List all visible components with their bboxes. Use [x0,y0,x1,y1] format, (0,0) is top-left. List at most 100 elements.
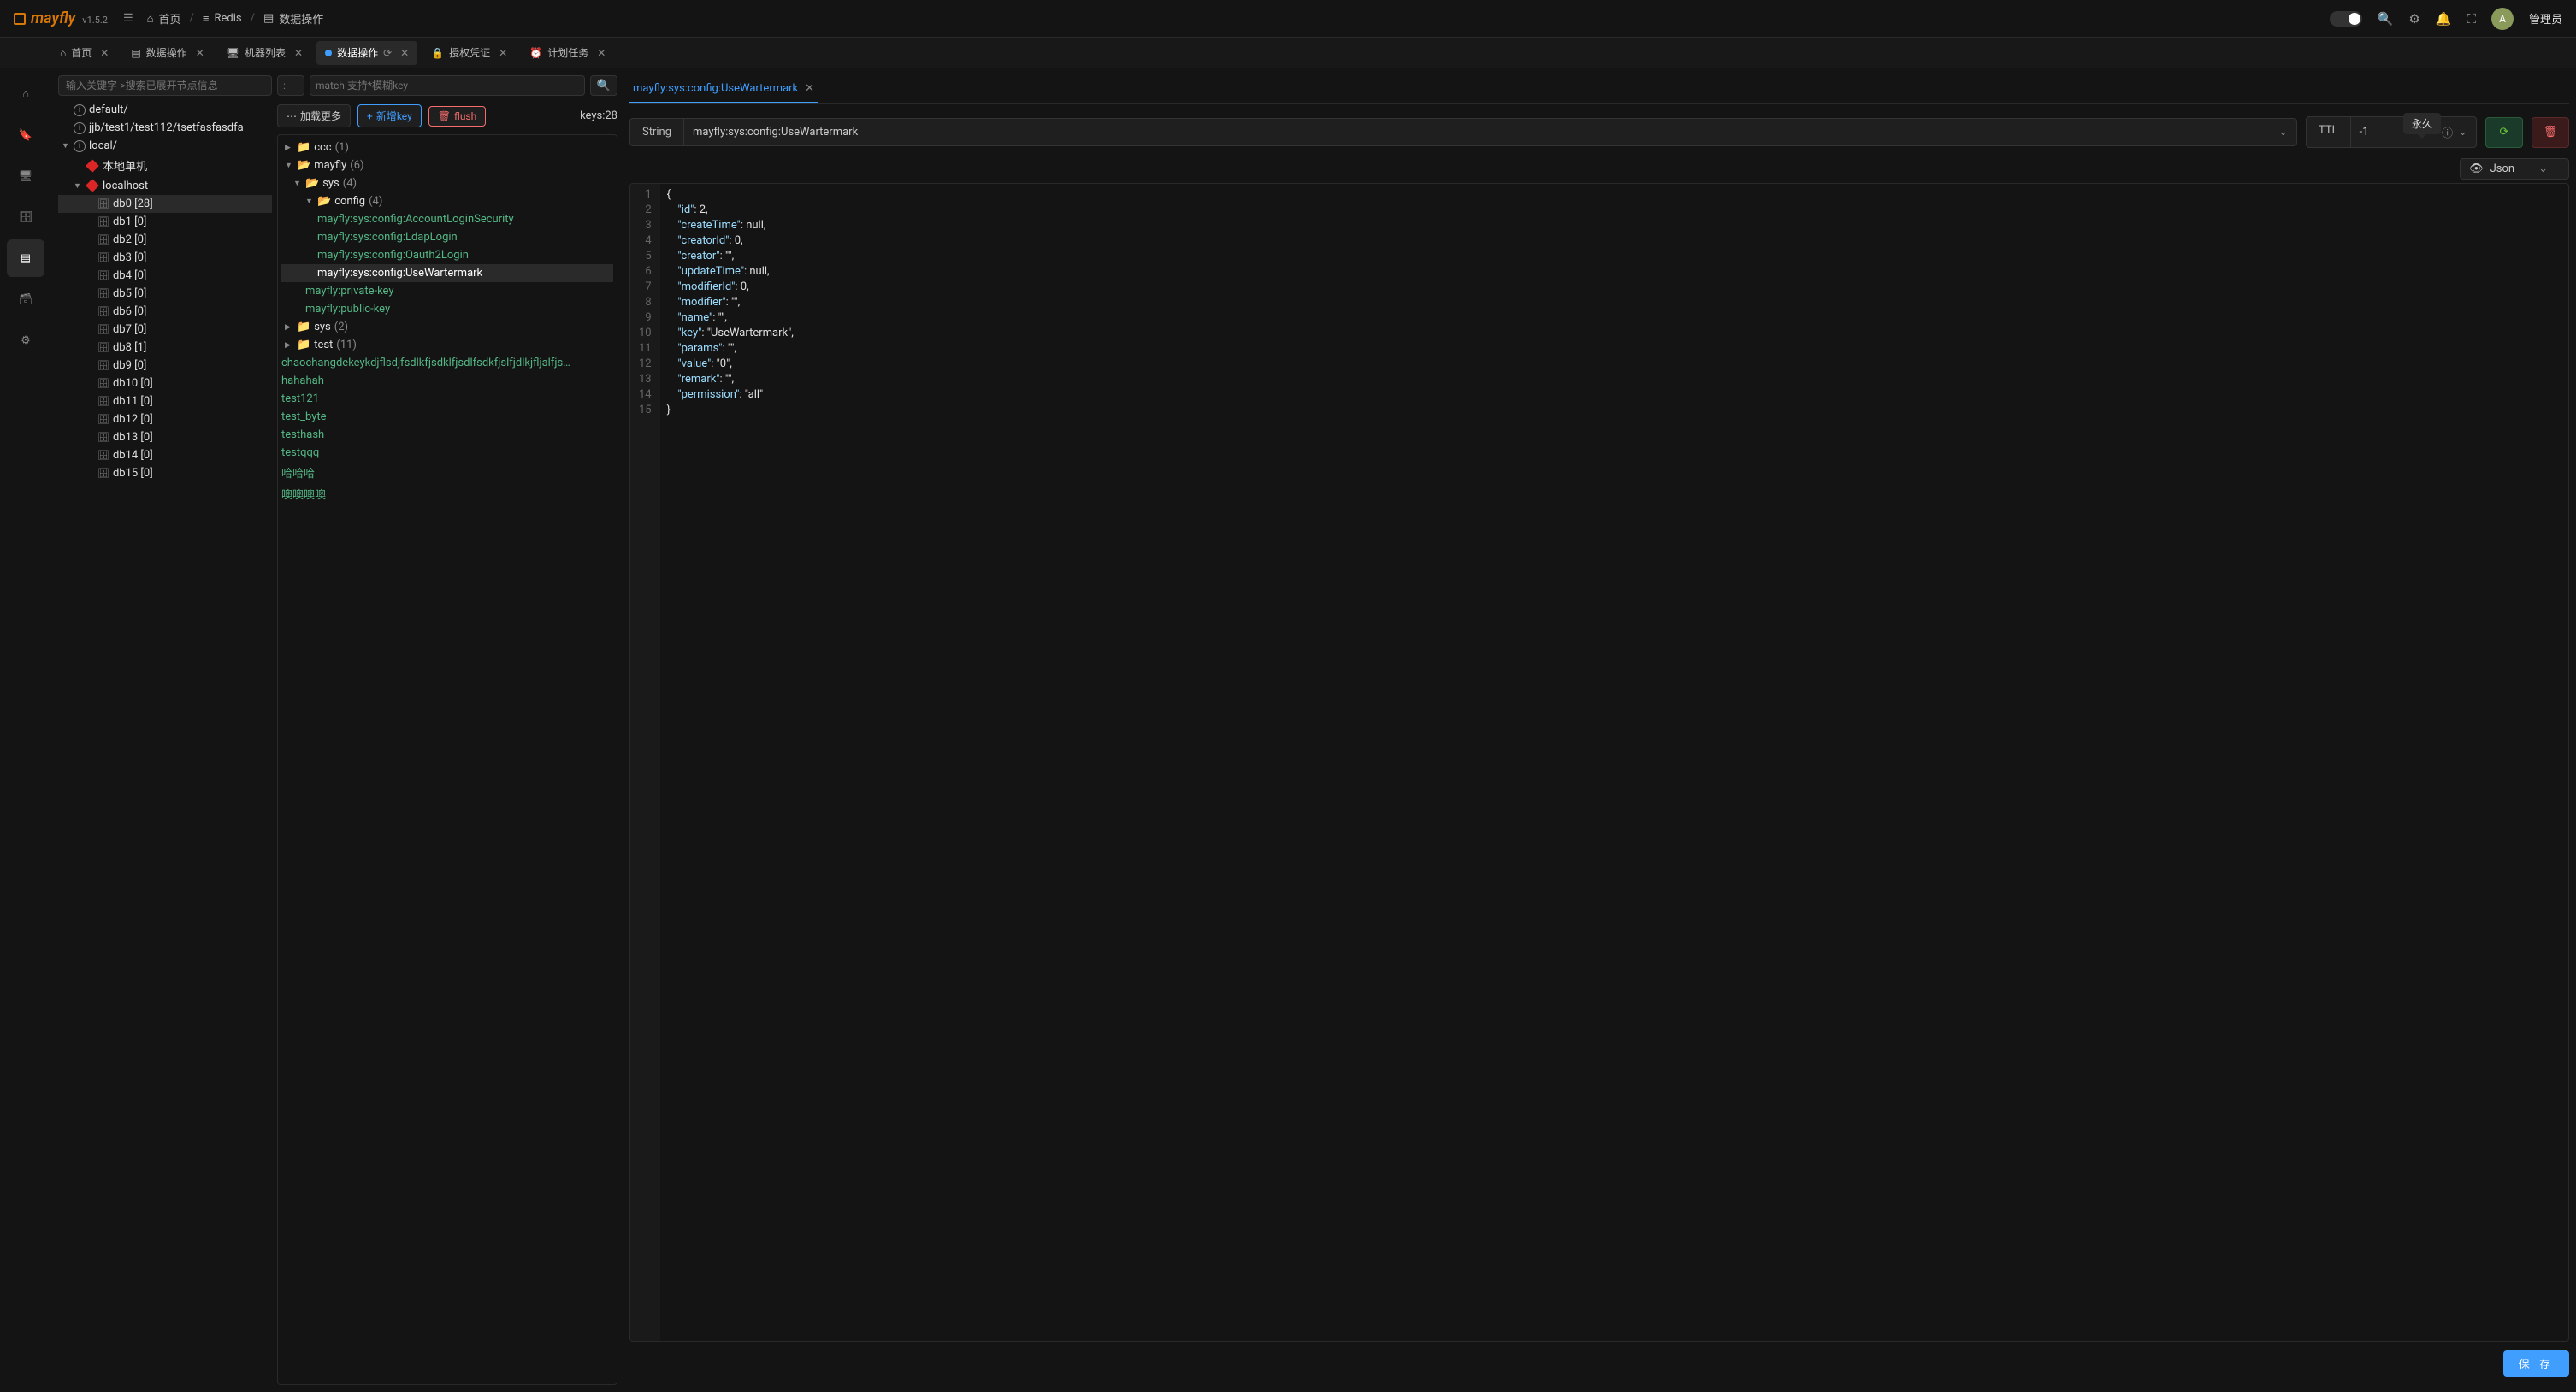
key-leaf[interactable]: 哈哈哈 [281,462,613,483]
key-leaf[interactable]: 噢噢噢噢 [281,483,613,504]
tab-机器列表[interactable]: 🖥机器列表✕ [218,41,311,65]
sidebar-storage[interactable]: 🗃 [7,280,44,318]
tree-node[interactable]: 🗄db3 [0] [58,249,272,267]
refresh-button[interactable]: ⟳ [2485,117,2523,148]
tree-node[interactable]: 本地单机 [58,155,272,176]
tab-首页[interactable]: ⌂首页✕ [51,41,117,65]
key-leaf[interactable]: testqqq [281,444,613,462]
match-input[interactable] [310,75,585,96]
user-name[interactable]: 管理员 [2529,10,2562,27]
tab-授权凭证[interactable]: 🔒授权凭证✕ [422,41,516,65]
tree-node[interactable]: 🗄db1 [0] [58,213,272,231]
breadcrumb-data[interactable]: ▤ 数据操作 [263,10,323,27]
chevron-down-icon[interactable]: ⌄ [2278,126,2288,139]
theme-toggle[interactable] [2330,11,2362,27]
tree-node[interactable]: 🗄db2 [0] [58,231,272,249]
tree-node[interactable]: ▼localhost [58,176,272,195]
key-name-input[interactable]: mayfly:sys:config:UseWartermark ⌄ [683,118,2297,146]
tree-node[interactable]: 🗄db12 [0] [58,410,272,428]
flush-button[interactable]: 🗑flush [428,106,486,127]
search-icon[interactable]: 🔍 [2378,11,2394,27]
key-folder[interactable]: ▶📁ccc (1) [281,139,613,156]
refresh-icon[interactable]: ⟳ [383,47,392,59]
gear-icon[interactable]: ⚙ [2408,11,2419,27]
close-icon[interactable]: ✕ [196,47,204,59]
load-more-button[interactable]: ⋯加载更多 [277,104,351,127]
redis-icon [86,159,99,173]
close-icon[interactable]: ✕ [499,47,507,59]
separator-input[interactable] [277,75,304,96]
key-leaf[interactable]: hahahah [281,372,613,390]
key-leaf[interactable]: mayfly:sys:config:UseWartermark [281,264,613,282]
key-leaf[interactable]: mayfly:public-key [281,300,613,318]
new-key-button[interactable]: +新增key [357,104,422,127]
close-icon[interactable]: ✕ [400,47,409,59]
key-folder[interactable]: ▶📁sys (2) [281,318,613,336]
tree-node[interactable]: ijjb/test1/test112/tsetfasfasdfa [58,119,272,137]
key-leaf[interactable]: mayfly:private-key [281,282,613,300]
search-button[interactable]: 🔍 [590,75,617,96]
tree-node[interactable]: 🗄db9 [0] [58,357,272,375]
tree-node[interactable]: 🗄db7 [0] [58,321,272,339]
breadcrumb-sep: / [251,12,255,25]
tree-search-input[interactable] [58,75,272,96]
close-icon[interactable]: ✕ [294,47,303,59]
tab-数据操作[interactable]: 数据操作⟳✕ [316,41,417,65]
key-label: mayfly:private-key [305,285,394,298]
tree-node[interactable]: 🗄db15 [0] [58,464,272,482]
key-leaf[interactable]: chaochangdekeykdjflsdjfsdlkfjsdklfjsdlfs… [281,354,613,372]
detail-tab-label: mayfly:sys:config:UseWartermark [633,82,798,95]
breadcrumb-home[interactable]: ⌂ 首页 [147,10,181,27]
tree-node[interactable]: 🗄db5 [0] [58,285,272,303]
plus-icon: + [367,110,373,122]
tab-计划任务[interactable]: ⏰计划任务✕ [521,41,614,65]
key-leaf[interactable]: testhash [281,426,613,444]
format-select[interactable]: 👁 Json ⌄ [2460,158,2569,180]
avatar[interactable]: A [2491,8,2514,30]
tree-node[interactable]: idefault/ [58,101,272,119]
sidebar-bookmark[interactable]: 🔖 [7,116,44,154]
code-editor[interactable]: 123456789101112131415 { "id": 2, "create… [629,183,2569,1342]
delete-button[interactable]: 🗑 [2532,117,2569,148]
tab-数据操作[interactable]: ▤数据操作✕ [122,41,212,65]
key-leaf[interactable]: mayfly:sys:config:AccountLoginSecurity [281,210,613,228]
fullscreen-icon[interactable]: ⛶ [2467,11,2476,27]
key-folder[interactable]: ▼📂mayfly (6) [281,156,613,174]
key-leaf[interactable]: mayfly:sys:config:LdapLogin [281,228,613,246]
chevron-down-icon[interactable]: ⌄ [2458,126,2467,139]
tree-node[interactable]: 🗄db14 [0] [58,446,272,464]
connection-tree: idefault/ijjb/test1/test112/tsetfasfasdf… [58,101,272,1385]
caret-icon: ▼ [305,197,314,206]
sidebar-settings[interactable]: ⚙ [7,321,44,359]
sidebar-monitor[interactable]: 🖥 [7,157,44,195]
close-icon[interactable]: ✕ [805,82,814,95]
tree-node[interactable]: 🗄db13 [0] [58,428,272,446]
save-button[interactable]: 保 存 [2503,1350,2569,1377]
tree-node[interactable]: 🗄db6 [0] [58,303,272,321]
bell-icon[interactable]: 🔔 [2436,11,2452,27]
tree-node[interactable]: 🗄db0 [28] [58,195,272,213]
key-folder[interactable]: ▼📂sys (4) [281,174,613,192]
sidebar-layers[interactable]: ▤ [7,239,44,277]
tree-node[interactable]: ▼ilocal/ [58,137,272,155]
tree-node[interactable]: 🗄db8 [1] [58,339,272,357]
key-leaf[interactable]: test_byte [281,408,613,426]
menu-toggle-icon[interactable]: ☰ [123,12,133,25]
folder-label: sys [322,177,340,190]
tree-node[interactable]: 🗄db10 [0] [58,375,272,392]
tree-node[interactable]: 🗄db11 [0] [58,392,272,410]
sidebar-database[interactable]: 🗄 [7,198,44,236]
key-folder[interactable]: ▶📁test (11) [281,336,613,354]
key-leaf[interactable]: test121 [281,390,613,408]
detail-tab[interactable]: mayfly:sys:config:UseWartermark ✕ [629,75,818,103]
close-icon[interactable]: ✕ [597,47,606,59]
tree-label: db8 [1] [113,341,146,354]
sidebar-home[interactable]: ⌂ [7,75,44,113]
tree-label: db2 [0] [113,233,146,246]
key-leaf[interactable]: mayfly:sys:config:Oauth2Login [281,246,613,264]
key-folder[interactable]: ▼📂config (4) [281,192,613,210]
breadcrumb-redis[interactable]: ≡ Redis [203,12,242,26]
close-icon[interactable]: ✕ [100,47,109,59]
code-content[interactable]: { "id": 2, "createTime": null, "creatorI… [660,184,2568,1341]
tree-node[interactable]: 🗄db4 [0] [58,267,272,285]
